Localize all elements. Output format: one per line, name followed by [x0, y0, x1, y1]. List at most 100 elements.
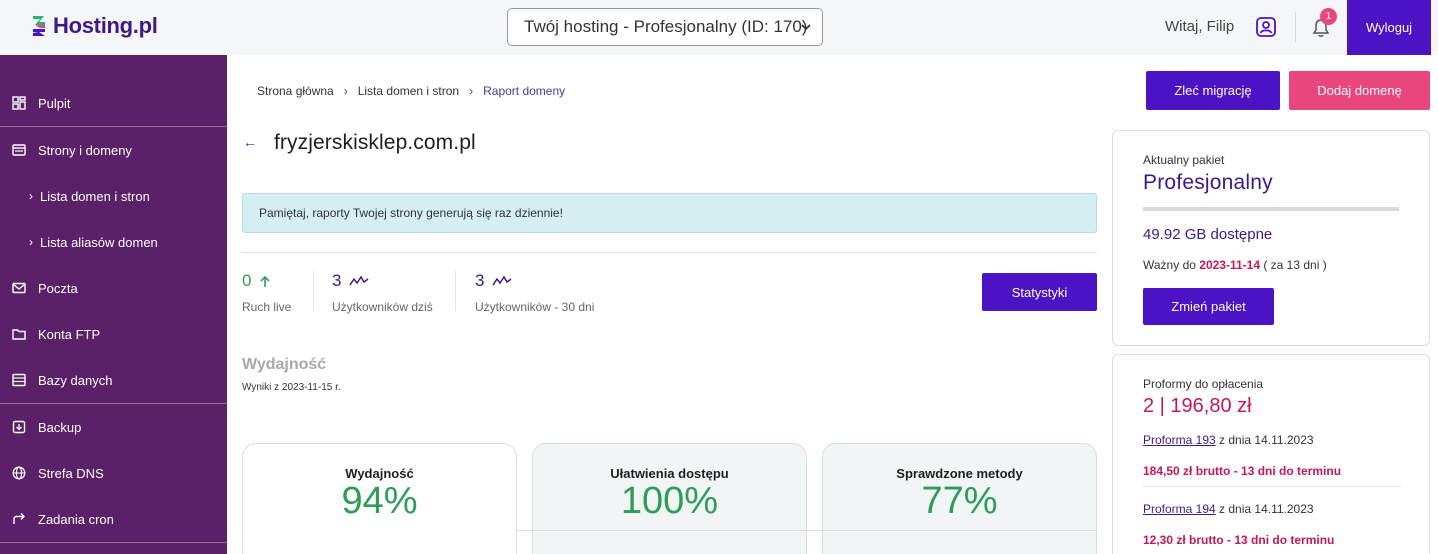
plan-storage-available: 49.92 GB dostępne	[1143, 226, 1273, 243]
sidebar-item-mail[interactable]: Poczta	[0, 265, 227, 311]
performance-date: Wyniki z 2023-11-15 r.	[242, 382, 341, 393]
breadcrumb: Strona główna › Lista domen i stron › Ra…	[257, 84, 565, 98]
sidebar-item-label: Backup	[38, 419, 82, 435]
user-icon[interactable]	[1255, 16, 1277, 38]
tab-performance-score[interactable]: Wydajność 94%	[242, 443, 517, 554]
score-label: Ułatwienia dostępu	[610, 466, 729, 481]
sidebar-item-backup[interactable]: Backup	[0, 404, 227, 450]
folder-icon	[12, 329, 26, 340]
logo-mark-icon	[33, 16, 45, 36]
breadcrumb-current: Raport domeny	[483, 84, 566, 98]
stat-today-value: 3	[332, 271, 342, 290]
stat-users-today: 3 Użytkowników dziś	[332, 271, 433, 314]
tab-accessibility-score[interactable]: Ułatwienia dostępu 100%	[532, 443, 807, 554]
proforma-amount: 184,50 zł brutto - 13 dni do terminu	[1143, 464, 1342, 478]
chevron-down-icon	[801, 24, 811, 31]
sidebar-item-label: Strefa DNS	[38, 465, 104, 481]
arrow-up-icon	[260, 275, 271, 287]
breadcrumb-domain-list[interactable]: Lista domen i stron	[358, 84, 459, 98]
plan-valid-prefix: Ważny do	[1143, 258, 1196, 272]
sidebar-divider	[0, 542, 227, 543]
proforma-total: 2 | 196,80 zł	[1143, 395, 1252, 417]
logo[interactable]: Hosting.pl	[30, 13, 158, 39]
sidebar-item-label: Bazy danych	[38, 372, 113, 388]
sidebar-item-domain-aliases[interactable]: › Lista aliasów domen	[0, 219, 227, 265]
storage-progress-bar	[1143, 207, 1399, 211]
proforma-amount: 12,30 zł brutto - 13 dni do terminu	[1143, 533, 1335, 547]
proforma-link[interactable]: Proforma 193	[1143, 433, 1216, 447]
page-title: fryzjerskisklep.com.pl	[274, 131, 476, 154]
tabs-divider	[517, 530, 1097, 531]
sidebar-item-dns[interactable]: Strefa DNS	[0, 450, 227, 496]
user-greeting: Witaj, Filip	[1165, 18, 1235, 35]
backup-icon	[12, 420, 26, 434]
add-domain-button[interactable]: Dodaj domenę	[1289, 71, 1430, 110]
score-value: 94%	[341, 480, 418, 522]
stat-live-traffic: 0 Ruch live	[242, 271, 291, 314]
sidebar-item-domain-list[interactable]: › Lista domen i stron	[0, 173, 227, 219]
sidebar-item-cron[interactable]: Zadania cron	[0, 496, 227, 542]
trend-icon	[349, 275, 369, 286]
hosting-select[interactable]: Twój hosting - Profesjonalny (ID: 170)	[507, 8, 823, 46]
back-arrow-icon[interactable]: ←	[243, 134, 257, 150]
trend-icon	[492, 275, 512, 286]
sidebar-item-label: Poczta	[38, 280, 78, 296]
report-notice-text: Pamiętaj, raporty Twojej strony generują…	[259, 206, 563, 220]
order-migration-button[interactable]: Zleć migrację	[1146, 71, 1280, 110]
stat-month-value: 3	[475, 271, 485, 290]
report-notice: Pamiętaj, raporty Twojej strony generują…	[242, 193, 1097, 233]
sidebar-item-label: Lista domen i stron	[40, 188, 150, 204]
logout-button[interactable]: Wyloguj	[1347, 0, 1431, 55]
proforma-link[interactable]: Proforma 194	[1143, 502, 1216, 516]
sidebar-item-ftp[interactable]: Konta FTP	[0, 311, 227, 357]
stat-users-month: 3 Użytkowników - 30 dni	[475, 271, 594, 314]
performance-title: Wydajność	[242, 356, 327, 373]
redirect-icon	[13, 513, 25, 524]
plan-label: Aktualny pakiet	[1143, 153, 1225, 167]
sidebar-item-dashboard[interactable]: Pulpit	[0, 80, 227, 126]
database-icon	[12, 373, 26, 387]
globe-icon	[12, 466, 26, 480]
tab-best-practices-score[interactable]: Sprawdzone metody 77%	[822, 443, 1097, 554]
proforma-card: Proformy do opłacenia 2 | 196,80 zł Prof…	[1112, 354, 1430, 554]
header-divider	[1295, 12, 1296, 42]
logo-text: Hosting.pl	[53, 13, 158, 38]
change-plan-button[interactable]: Zmień pakiet	[1143, 288, 1274, 325]
sidebar: Pulpit Strony i domeny › Lista domen i s…	[0, 55, 227, 554]
chevron-right-icon: ›	[29, 189, 33, 203]
hosting-select-value: Twój hosting - Profesjonalny (ID: 170)	[524, 17, 808, 36]
plan-validity: Ważny do 2023-11-14 ( za 13 dni )	[1143, 258, 1327, 272]
score-label: Wydajność	[345, 466, 414, 481]
sidebar-item-label: Konta FTP	[38, 326, 101, 342]
section-divider	[242, 252, 1097, 253]
proforma-date: z dnia 14.11.2023	[1219, 502, 1314, 516]
sidebar-item-label: Strony i domeny	[38, 142, 132, 158]
pages-icon	[12, 144, 26, 156]
stat-divider	[455, 271, 456, 311]
proforma-item: Proforma 193 z dnia 14.11.2023	[1143, 433, 1314, 447]
proforma-divider	[1143, 486, 1401, 487]
plan-valid-date: 2023-11-14	[1199, 258, 1260, 272]
statistics-button[interactable]: Statystyki	[982, 273, 1097, 311]
proforma-date: z dnia 14.11.2023	[1219, 433, 1314, 447]
plan-name: Profesjonalny	[1143, 171, 1273, 194]
mail-icon	[12, 282, 26, 294]
sidebar-item-databases[interactable]: Bazy danych	[0, 357, 227, 403]
chevron-right-icon: ›	[29, 235, 33, 249]
breadcrumb-home[interactable]: Strona główna	[257, 84, 334, 98]
sidebar-item-pages-domains[interactable]: Strony i domeny	[0, 127, 227, 173]
proforma-item: Proforma 194 z dnia 14.11.2023	[1143, 502, 1314, 516]
notification-badge[interactable]: 1	[1320, 8, 1337, 25]
sidebar-item-label: Lista aliasów domen	[40, 234, 158, 250]
proforma-label: Proformy do opłacenia	[1143, 377, 1264, 391]
plan-valid-suffix: ( za 13 dni )	[1263, 258, 1327, 272]
sidebar-item-label: Pulpit	[38, 95, 71, 111]
stat-month-caption: Użytkowników - 30 dni	[475, 300, 595, 314]
stat-divider	[313, 271, 314, 311]
dashboard-icon	[12, 96, 26, 110]
chevron-right-icon: ›	[343, 84, 348, 98]
score-label: Sprawdzone metody	[896, 466, 1023, 481]
stat-live-value: 0	[242, 271, 252, 290]
score-value: 100%	[620, 480, 719, 522]
top-bar: Hosting.pl Twój hosting - Profesjonalny …	[0, 0, 1438, 55]
